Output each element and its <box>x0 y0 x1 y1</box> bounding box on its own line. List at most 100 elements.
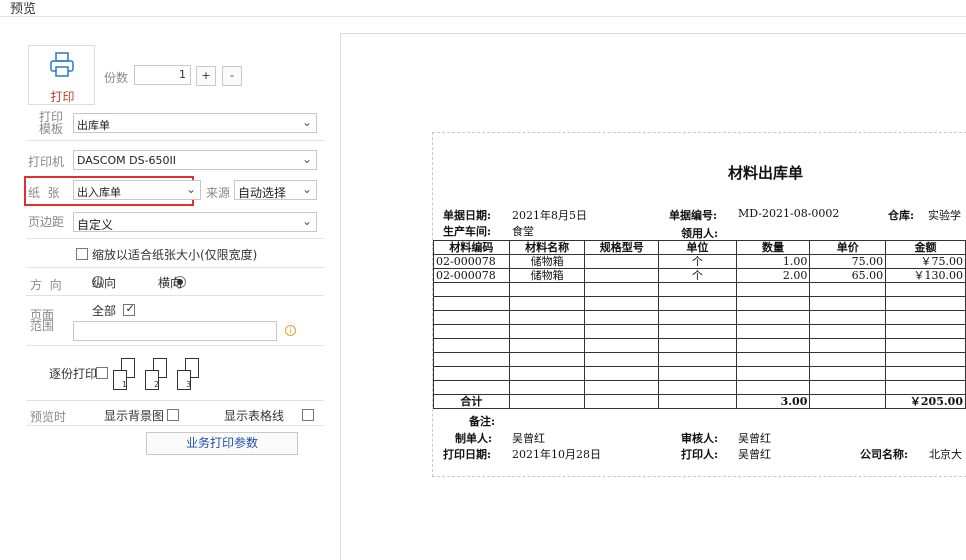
page-range-label-2: 范围 <box>30 319 55 333</box>
divider <box>26 425 324 426</box>
copies-minus-button[interactable]: - <box>222 66 242 86</box>
show-bg-label: 显示背景图 <box>104 409 165 423</box>
doc-company-label: 公司名称: <box>860 448 909 461</box>
doc-auditor-label: 审核人: <box>681 432 719 445</box>
doc-maker-label: 制单人: <box>455 432 493 445</box>
cell: 个 <box>658 254 737 269</box>
chevron-down-icon: ⌄ <box>301 115 312 129</box>
template-select[interactable]: 出库单 ⌄ <box>73 113 317 133</box>
doc-company-value: 北京大 <box>929 448 962 461</box>
chevron-down-icon: ⌄ <box>301 214 312 228</box>
cell: 储物箱 <box>508 268 586 283</box>
copies-label: 份数 <box>104 71 129 85</box>
divider <box>26 345 324 346</box>
paper-select-value: 出入库单 <box>77 186 121 199</box>
business-params-button[interactable]: 业务打印参数 <box>146 432 298 455</box>
printer-select[interactable]: DASCOM DS-650II ⌄ <box>73 150 317 170</box>
collate-page-number: 3 <box>186 380 192 389</box>
column-header: 规格型号 <box>584 240 660 255</box>
doc-warehouse-label: 仓库: <box>888 209 915 222</box>
table-row-empty <box>433 296 966 311</box>
info-icon[interactable]: i <box>285 325 296 336</box>
doc-date-value: 2021年8月5日 <box>512 209 587 222</box>
total-amount: ￥205.00 <box>885 394 966 409</box>
table-row-empty <box>433 366 966 381</box>
collate-page-icon-1: 1 <box>113 358 135 392</box>
all-pages-label: 全部 <box>92 304 117 318</box>
scale-checkbox[interactable] <box>76 248 88 260</box>
scale-label: 缩放以适合纸张大小(仅限宽度) <box>92 248 258 262</box>
cell: 02-000078 <box>433 254 510 269</box>
doc-print-date-value: 2021年10月28日 <box>512 448 601 461</box>
printer-label: 打印机 <box>28 155 65 169</box>
doc-receiver-label: 领用人: <box>681 227 719 240</box>
page-range-input[interactable] <box>73 321 277 341</box>
total-label: 合计 <box>433 394 510 409</box>
doc-warehouse-value: 实验学 <box>928 209 961 222</box>
show-grid-label: 显示表格线 <box>224 409 285 423</box>
preview-options-label: 预览时 <box>30 410 67 424</box>
collate-label: 逐份打印 <box>49 367 98 381</box>
divider <box>26 295 324 296</box>
total-qty: 3.00 <box>735 394 811 409</box>
landscape-label: 横向 <box>158 276 183 290</box>
collate-checkbox[interactable] <box>96 367 109 379</box>
cell: 75.00 <box>809 254 887 269</box>
print-button[interactable]: 打印 <box>28 45 95 105</box>
doc-auditor-value: 吴曾红 <box>738 432 771 445</box>
divider <box>26 267 324 268</box>
document-table: 材料编码 材料名称 规格型号 单位 数量 单价 金额 02-000078 储物箱… <box>433 240 966 409</box>
paper-source-select[interactable]: 自动选择 ⌄ <box>234 180 317 200</box>
cell: 个 <box>658 268 737 283</box>
margin-select[interactable]: 自定义 ⌄ <box>73 212 317 232</box>
paper-label: 纸 张 <box>28 186 60 200</box>
cell: 2.00 <box>735 268 811 283</box>
cell: 1.00 <box>735 254 811 269</box>
cell: ￥130.00 <box>885 268 966 283</box>
chevron-down-icon: ⌄ <box>301 152 312 166</box>
doc-date-label: 单据日期: <box>443 209 492 222</box>
table-row-empty <box>433 310 966 325</box>
column-header: 单位 <box>658 240 737 255</box>
portrait-label: 纵向 <box>92 276 117 290</box>
column-header: 材料编码 <box>433 240 510 255</box>
copies-input[interactable]: 1 <box>134 65 191 85</box>
column-header: 金额 <box>885 240 966 255</box>
paper-source-label: 来源 <box>206 186 231 200</box>
cell: ￥75.00 <box>885 254 966 269</box>
doc-no-value: MD-2021-08-0002 <box>738 207 840 220</box>
collate-page-icon-3: 3 <box>177 358 199 392</box>
all-pages-checkbox[interactable] <box>123 302 136 316</box>
collate-page-icon-2: 2 <box>145 358 167 392</box>
print-label: 打印 <box>50 90 75 104</box>
column-header: 材料名称 <box>508 240 586 255</box>
show-bg-checkbox[interactable] <box>167 409 180 421</box>
doc-maker-value: 吴曾红 <box>512 432 545 445</box>
title-divider <box>0 16 966 17</box>
cell <box>584 254 660 269</box>
copies-plus-button[interactable]: + <box>196 66 216 86</box>
doc-remark-label: 备注: <box>469 415 496 428</box>
table-header-row: 材料编码 材料名称 规格型号 单位 数量 单价 金额 <box>433 240 966 255</box>
column-header: 数量 <box>735 240 811 255</box>
doc-workshop-value: 食堂 <box>512 225 534 238</box>
table-total-row: 合计 3.00 ￥205.00 <box>433 394 966 409</box>
cell: 储物箱 <box>508 254 586 269</box>
cell <box>584 268 660 283</box>
table-row: 02-000078 储物箱 个 2.00 65.00 ￥130.00 <box>433 268 966 283</box>
template-label-2: 模板 <box>39 122 64 136</box>
printer-icon <box>50 52 74 77</box>
doc-print-date-label: 打印日期: <box>443 448 492 461</box>
chevron-down-icon: ⌄ <box>185 182 196 196</box>
window-title: 预览 <box>10 2 37 17</box>
paper-select[interactable]: 出入库单 ⌄ <box>73 180 201 200</box>
collate-page-number: 1 <box>122 380 128 389</box>
margin-label: 页边距 <box>28 215 65 229</box>
template-select-value: 出库单 <box>77 119 110 132</box>
collate-page-number: 2 <box>154 380 160 389</box>
divider <box>26 140 324 141</box>
show-grid-checkbox[interactable] <box>301 409 314 421</box>
paper-source-value: 自动选择 <box>238 186 287 200</box>
table-row-empty <box>433 282 966 297</box>
doc-printer-value: 吴曾红 <box>738 448 771 461</box>
